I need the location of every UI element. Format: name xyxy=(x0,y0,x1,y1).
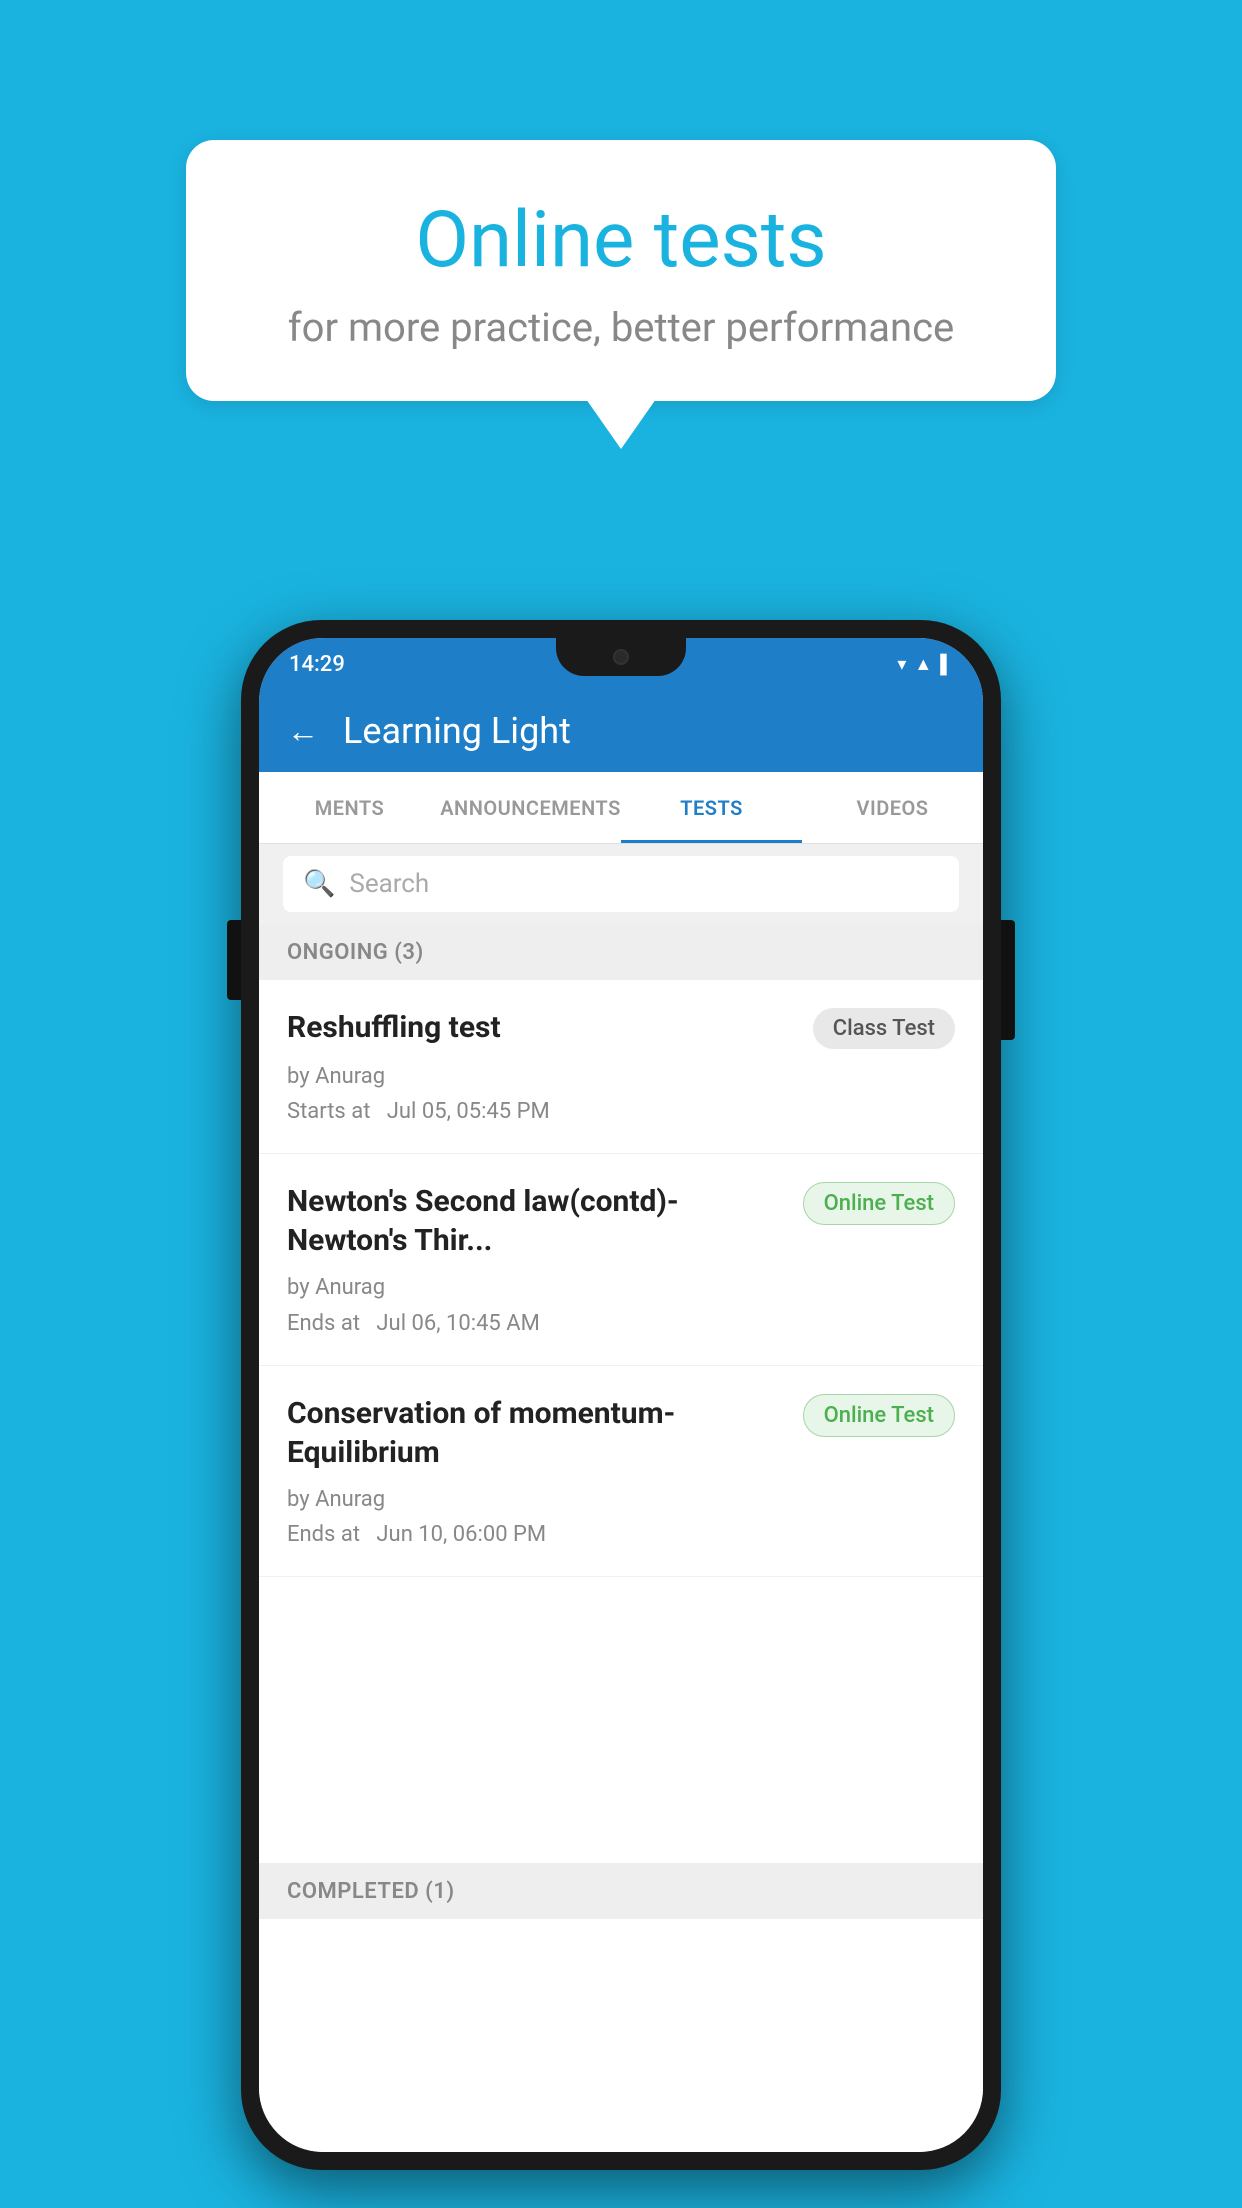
tab-ments[interactable]: MENTS xyxy=(259,772,440,843)
test-meta-by-1: by Anurag xyxy=(287,1059,955,1094)
speech-bubble: Online tests for more practice, better p… xyxy=(186,140,1056,401)
camera-icon xyxy=(613,649,629,665)
test-name-3: Conservation of momentum-Equilibrium xyxy=(287,1394,787,1472)
bubble-subtitle: for more practice, better performance xyxy=(246,304,996,351)
speech-bubble-container: Online tests for more practice, better p… xyxy=(186,140,1056,401)
phone-container: 14:29 ▾ ▲ ▌ ← Learning Light MENTS ANNOU… xyxy=(241,620,1001,2170)
status-icons: ▾ ▲ ▌ xyxy=(897,654,953,675)
wifi-icon: ▾ xyxy=(897,654,906,675)
app-header: ← Learning Light xyxy=(259,690,983,772)
tab-announcements[interactable]: ANNOUNCEMENTS xyxy=(440,772,621,843)
test-badge-2: Online Test xyxy=(803,1182,955,1225)
completed-label-text: COMPLETED (1) xyxy=(287,1879,455,1904)
phone-screen: 14:29 ▾ ▲ ▌ ← Learning Light MENTS ANNOU… xyxy=(259,638,983,2152)
search-icon: 🔍 xyxy=(303,869,335,899)
phone-notch xyxy=(556,638,686,676)
test-item-3[interactable]: Conservation of momentum-Equilibrium Onl… xyxy=(259,1366,983,1577)
test-meta-time-1: Starts at Jul 05, 05:45 PM xyxy=(287,1094,955,1129)
search-placeholder: Search xyxy=(349,869,429,899)
search-bar: 🔍 Search xyxy=(259,844,983,924)
ongoing-label-text: ONGOING (3) xyxy=(287,940,424,965)
test-meta-by-3: by Anurag xyxy=(287,1482,955,1517)
signal-icon: ▲ xyxy=(914,654,932,675)
test-list: Reshuffling test Class Test by Anurag St… xyxy=(259,980,983,2152)
test-meta-by-2: by Anurag xyxy=(287,1270,955,1305)
phone-outer: 14:29 ▾ ▲ ▌ ← Learning Light MENTS ANNOU… xyxy=(241,620,1001,2170)
test-badge-3: Online Test xyxy=(803,1394,955,1437)
test-item-1[interactable]: Reshuffling test Class Test by Anurag St… xyxy=(259,980,983,1154)
test-badge-1: Class Test xyxy=(813,1008,955,1049)
status-time: 14:29 xyxy=(289,652,345,677)
test-meta-time-2: Ends at Jul 06, 10:45 AM xyxy=(287,1306,955,1341)
battery-icon: ▌ xyxy=(940,654,953,675)
test-meta-time-3: Ends at Jun 10, 06:00 PM xyxy=(287,1517,955,1552)
tab-videos[interactable]: VIDEOS xyxy=(802,772,983,843)
completed-section-label: COMPLETED (1) xyxy=(259,1863,983,1919)
tabs-bar: MENTS ANNOUNCEMENTS TESTS VIDEOS xyxy=(259,772,983,844)
test-item-2[interactable]: Newton's Second law(contd)-Newton's Thir… xyxy=(259,1154,983,1365)
test-name-2: Newton's Second law(contd)-Newton's Thir… xyxy=(287,1182,787,1260)
search-input-wrapper[interactable]: 🔍 Search xyxy=(283,856,959,912)
ongoing-section-label: ONGOING (3) xyxy=(259,924,983,980)
test-name-1: Reshuffling test xyxy=(287,1008,797,1047)
tab-tests[interactable]: TESTS xyxy=(621,772,802,843)
back-button[interactable]: ← xyxy=(287,712,319,750)
bubble-title: Online tests xyxy=(246,195,996,286)
app-title: Learning Light xyxy=(343,710,571,752)
